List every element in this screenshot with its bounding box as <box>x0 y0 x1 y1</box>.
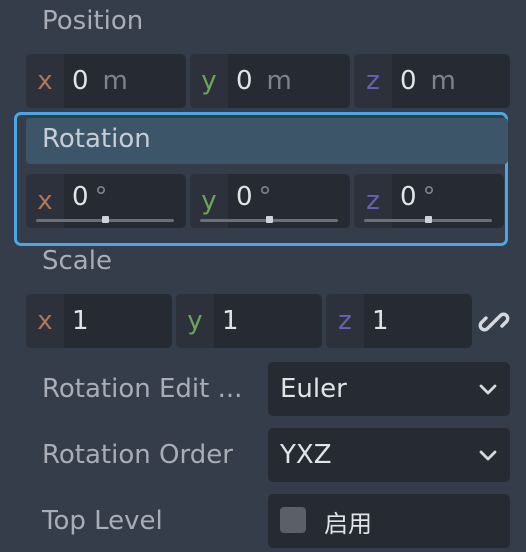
rotation-order-dropdown[interactable]: YXZ <box>268 428 510 482</box>
rotation-edit-mode-value: Euler <box>280 374 347 404</box>
position-label: Position <box>42 6 144 36</box>
rotation-z-unit: ° <box>422 182 436 212</box>
axis-x-label: x <box>26 54 64 108</box>
top-level-checkbox[interactable] <box>280 507 306 533</box>
rotation-y-value: 0 <box>236 182 253 212</box>
rotation-x-slider-knob[interactable] <box>102 216 109 223</box>
rotation-x-unit: ° <box>94 182 108 212</box>
scale-y-field[interactable]: y 1 <box>176 294 322 348</box>
inspector-panel: Position x 0m y 0m z 0m Rotation x 0 ° y … <box>0 0 526 552</box>
rotation-edit-mode-dropdown[interactable]: Euler <box>268 362 510 416</box>
position-y-field[interactable]: y 0m <box>190 54 350 108</box>
rotation-z-value: 0 <box>400 182 417 212</box>
axis-y-label: y <box>176 294 214 348</box>
rotation-x-field[interactable]: x 0 ° <box>26 174 186 228</box>
scale-z-value: 1 <box>372 306 389 336</box>
axis-x-label: x <box>26 294 64 348</box>
position-x-field[interactable]: x 0m <box>26 54 186 108</box>
chain-link-icon[interactable] <box>478 306 510 338</box>
rotation-label: Rotation <box>42 124 151 154</box>
rotation-y-field[interactable]: y 0 ° <box>190 174 350 228</box>
axis-z-label: z <box>326 294 364 348</box>
chevron-down-icon <box>479 450 497 461</box>
rotation-order-value: YXZ <box>280 440 332 470</box>
position-x-value: 0 <box>72 66 89 96</box>
scale-x-value: 1 <box>72 306 89 336</box>
rotation-x-slider[interactable] <box>36 216 174 223</box>
rotation-z-slider-knob[interactable] <box>425 216 432 223</box>
rotation-z-slider[interactable] <box>364 216 492 223</box>
rotation-y-slider-knob[interactable] <box>266 216 273 223</box>
axis-y-label: y <box>190 54 228 108</box>
rotation-y-slider[interactable] <box>200 216 338 223</box>
scale-y-value: 1 <box>222 306 239 336</box>
position-z-field[interactable]: z 0m <box>354 54 510 108</box>
position-y-value: 0 <box>236 66 253 96</box>
top-level-label: Top Level <box>42 506 163 536</box>
chevron-down-icon <box>479 384 497 395</box>
position-z-value: 0 <box>400 66 417 96</box>
rotation-x-value: 0 <box>72 182 89 212</box>
position-z-unit: m <box>430 66 456 96</box>
top-level-checkbox-label: 启用 <box>324 509 372 538</box>
rotation-header[interactable]: Rotation <box>26 118 508 164</box>
rotation-z-field[interactable]: z 0 ° <box>354 174 504 228</box>
top-level-toggle[interactable]: 启用 <box>268 494 510 548</box>
rotation-y-unit: ° <box>258 182 272 212</box>
scale-x-field[interactable]: x 1 <box>26 294 172 348</box>
scale-label: Scale <box>42 246 112 276</box>
scale-z-field[interactable]: z 1 <box>326 294 472 348</box>
position-y-unit: m <box>266 66 292 96</box>
rotation-order-label: Rotation Order <box>42 440 233 470</box>
axis-z-label: z <box>354 54 392 108</box>
position-x-unit: m <box>102 66 128 96</box>
rotation-edit-mode-label: Rotation Edit ... <box>42 374 243 404</box>
